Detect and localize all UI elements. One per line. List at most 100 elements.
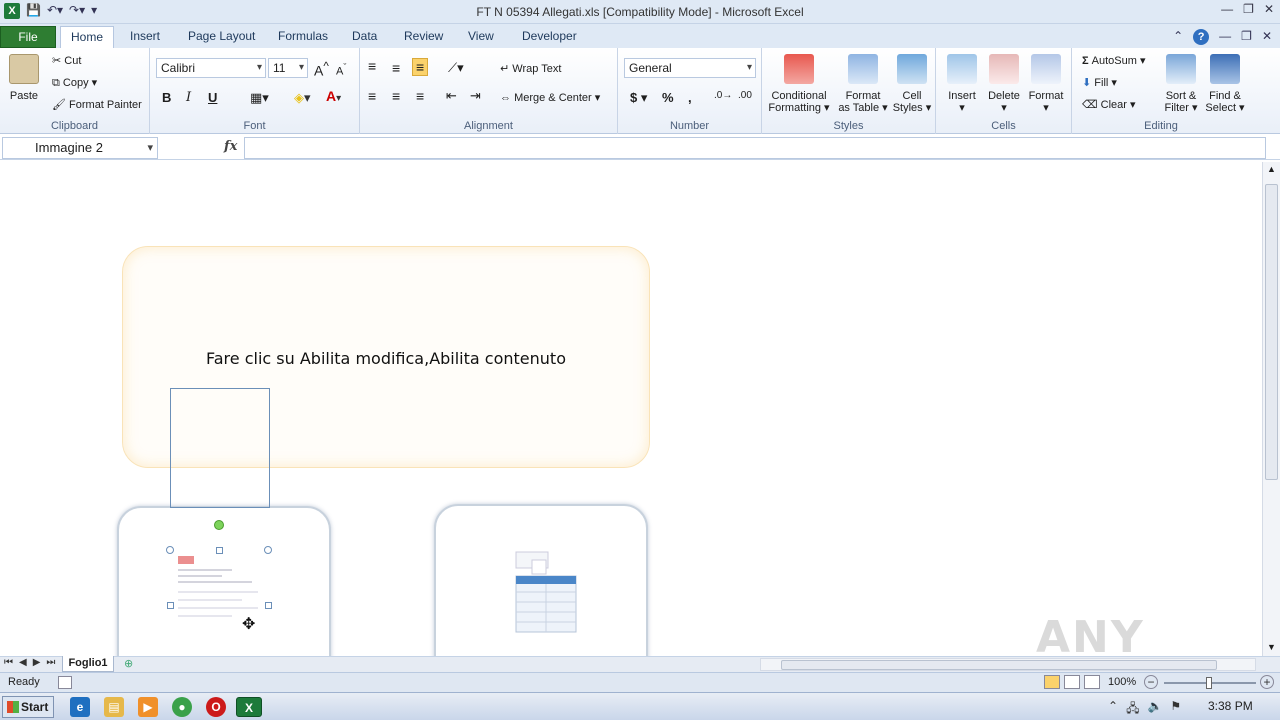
- excel-taskbar-icon[interactable]: X: [236, 697, 262, 717]
- formula-input[interactable]: [244, 137, 1266, 159]
- align-middle-icon[interactable]: ≡: [392, 60, 400, 76]
- resize-handle-left[interactable]: [167, 602, 174, 609]
- resize-handle-right[interactable]: [265, 602, 272, 609]
- format-as-table-button[interactable]: Format as Table ▾: [836, 54, 890, 114]
- align-center-icon[interactable]: ≡: [392, 88, 400, 104]
- align-top-icon[interactable]: ≡: [368, 58, 376, 74]
- resize-handle-top[interactable]: [216, 547, 223, 554]
- delete-cells-button[interactable]: Delete ▾: [984, 54, 1024, 114]
- currency-button[interactable]: $ ▾: [630, 90, 647, 106]
- tray-expand-icon[interactable]: ⌃: [1108, 699, 1118, 720]
- horizontal-scrollbar[interactable]: [760, 658, 1256, 671]
- vertical-scroll-thumb[interactable]: [1265, 184, 1278, 480]
- horizontal-scroll-thumb[interactable]: [781, 660, 1217, 670]
- insert-sheet-icon[interactable]: ⊕: [124, 657, 140, 671]
- copy-button[interactable]: ⧉ Copy ▾: [52, 76, 97, 90]
- close-icon[interactable]: ✕: [1264, 2, 1274, 16]
- tab-page-layout[interactable]: Page Layout: [178, 26, 265, 48]
- last-sheet-icon[interactable]: ⏭: [46, 657, 55, 668]
- vertical-scrollbar[interactable]: ▲ ▼: [1262, 162, 1280, 656]
- action-center-flag-icon[interactable]: ⚑: [1170, 699, 1181, 720]
- network-icon[interactable]: 🖧: [1126, 699, 1139, 720]
- zoom-in-icon[interactable]: +: [1260, 675, 1274, 689]
- number-format-dropdown[interactable]: General: [624, 58, 756, 78]
- page-break-view-icon[interactable]: [1084, 675, 1100, 689]
- sort-filter-button[interactable]: Sort & Filter ▾: [1160, 54, 1202, 114]
- name-box[interactable]: Immagine 2: [2, 137, 158, 159]
- scroll-down-icon[interactable]: ▼: [1267, 642, 1276, 652]
- minimize-ribbon-icon[interactable]: ⌃: [1173, 29, 1183, 45]
- normal-view-icon[interactable]: [1044, 675, 1060, 689]
- rotation-handle[interactable]: [214, 520, 224, 530]
- align-right-icon[interactable]: ≡: [416, 88, 424, 104]
- workbook-close-icon[interactable]: ✕: [1262, 29, 1272, 45]
- tab-home[interactable]: Home: [60, 26, 115, 48]
- find-select-button[interactable]: Find & Select ▾: [1204, 54, 1246, 114]
- macro-record-icon[interactable]: [58, 676, 72, 689]
- borders-icon[interactable]: ▦▾: [250, 90, 269, 106]
- taskbar-clock[interactable]: 3:38 PM: [1208, 699, 1253, 713]
- cut-button[interactable]: ✂ Cut: [52, 54, 81, 67]
- next-sheet-icon[interactable]: ▶: [33, 657, 41, 668]
- scroll-up-icon[interactable]: ▲: [1267, 164, 1276, 174]
- merge-center-button[interactable]: ⇔ Merge & Center ▾: [500, 91, 600, 104]
- document-frame-right[interactable]: [434, 504, 648, 656]
- wrap-text-button[interactable]: ↵ Wrap Text: [500, 62, 561, 75]
- internet-explorer-icon[interactable]: e: [70, 697, 90, 717]
- start-button[interactable]: Start: [2, 696, 54, 718]
- cell-styles-button[interactable]: Cell Styles ▾: [892, 54, 932, 114]
- autosum-button[interactable]: Σ AutoSum ▾: [1082, 54, 1146, 67]
- zoom-out-icon[interactable]: −: [1144, 675, 1158, 689]
- clear-button[interactable]: ⌫ Clear ▾: [1082, 98, 1136, 111]
- font-color-icon[interactable]: A▾: [326, 88, 341, 104]
- align-bottom-icon[interactable]: ≡: [412, 58, 429, 76]
- orientation-icon[interactable]: ⟋▾: [448, 60, 464, 76]
- minimize-icon[interactable]: —: [1221, 2, 1233, 16]
- font-size-dropdown[interactable]: 11: [268, 58, 308, 78]
- shrink-font-icon[interactable]: Aˇ: [336, 62, 346, 78]
- restore-icon[interactable]: ❐: [1243, 2, 1254, 16]
- percent-button[interactable]: %: [662, 90, 674, 105]
- tab-data[interactable]: Data: [342, 26, 387, 48]
- insert-function-button[interactable]: fx: [224, 139, 237, 154]
- align-left-icon[interactable]: ≡: [368, 88, 376, 104]
- page-layout-view-icon[interactable]: [1064, 675, 1080, 689]
- zoom-slider-knob[interactable]: [1206, 677, 1212, 689]
- conditional-formatting-button[interactable]: Conditional Formatting ▾: [766, 54, 832, 114]
- tab-insert[interactable]: Insert: [120, 26, 170, 48]
- fill-button[interactable]: ⬇ Fill ▾: [1082, 76, 1117, 89]
- opera-icon[interactable]: O: [206, 697, 226, 717]
- tab-formulas[interactable]: Formulas: [268, 26, 338, 48]
- increase-indent-icon[interactable]: ⇥: [470, 88, 481, 104]
- zoom-level[interactable]: 100%: [1108, 676, 1136, 688]
- tab-review[interactable]: Review: [394, 26, 453, 48]
- format-cells-button[interactable]: Format ▾: [1026, 54, 1066, 114]
- first-sheet-icon[interactable]: ⏮: [4, 657, 13, 668]
- underline-button[interactable]: U: [208, 90, 217, 105]
- decrease-indent-icon[interactable]: ⇤: [446, 88, 457, 104]
- increase-decimal-icon[interactable]: .0→: [714, 90, 732, 101]
- file-explorer-icon[interactable]: ▤: [104, 697, 124, 717]
- volume-icon[interactable]: 🔈: [1147, 699, 1162, 720]
- workbook-restore-icon[interactable]: ❐: [1241, 29, 1252, 45]
- insert-cells-button[interactable]: Insert ▾: [942, 54, 982, 114]
- italic-button[interactable]: I: [186, 90, 191, 105]
- chrome-icon[interactable]: ●: [172, 697, 192, 717]
- tab-view[interactable]: View: [458, 26, 504, 48]
- sheet-tab-foglio1[interactable]: Foglio1: [62, 656, 114, 672]
- worksheet-area[interactable]: Fare clic su Abilita modifica,Abilita co…: [0, 162, 1262, 656]
- help-icon[interactable]: ?: [1193, 29, 1210, 45]
- paste-button[interactable]: Paste: [6, 54, 42, 102]
- workbook-minimize-icon[interactable]: —: [1219, 29, 1231, 45]
- invoice-picture[interactable]: [172, 552, 268, 652]
- comma-button[interactable]: ,: [688, 90, 692, 105]
- format-painter-button[interactable]: 🖌 Format Painter: [52, 98, 142, 111]
- tab-file[interactable]: File: [0, 26, 56, 48]
- decrease-decimal-icon[interactable]: .00: [738, 90, 752, 101]
- resize-handle-top-right[interactable]: [264, 546, 272, 554]
- resize-handle-top-left[interactable]: [166, 546, 174, 554]
- prev-sheet-icon[interactable]: ◀: [19, 657, 27, 668]
- fill-color-icon[interactable]: ◈▾: [294, 90, 311, 106]
- bold-button[interactable]: B: [162, 90, 171, 105]
- media-player-icon[interactable]: ▶: [138, 697, 158, 717]
